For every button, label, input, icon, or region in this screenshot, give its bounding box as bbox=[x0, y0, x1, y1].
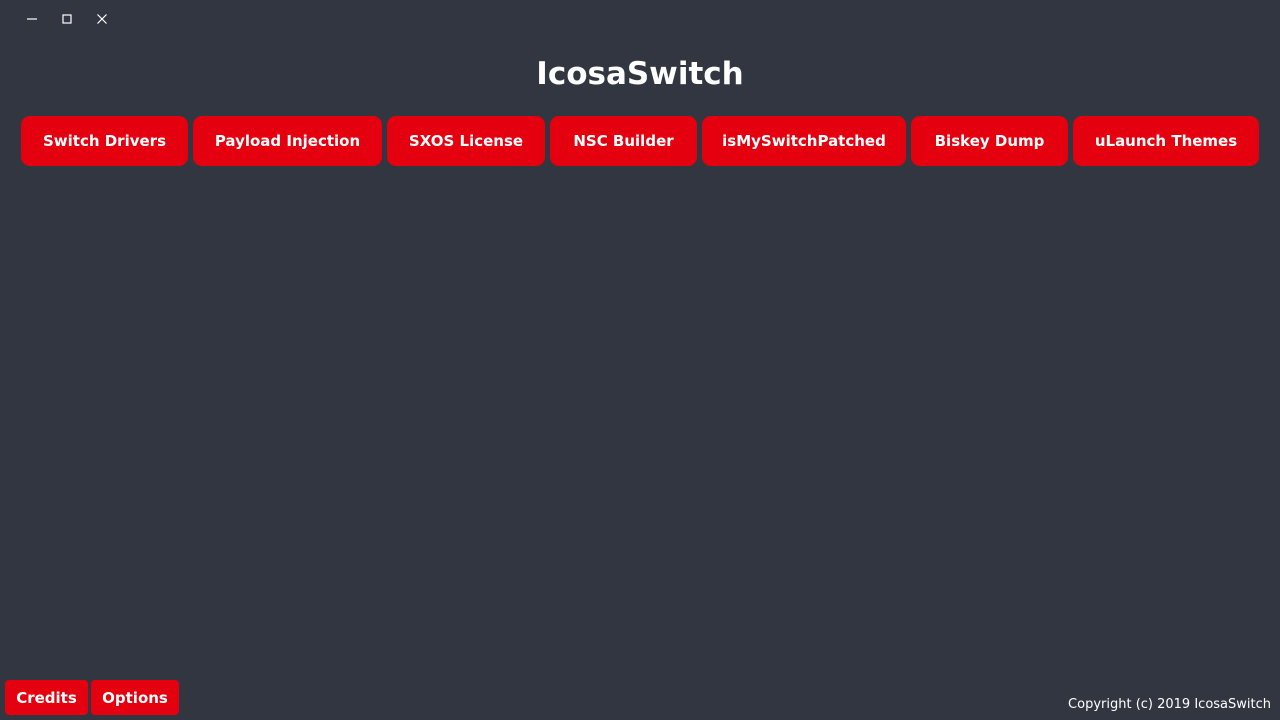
maximize-icon bbox=[61, 14, 72, 24]
maximize-button[interactable] bbox=[49, 8, 84, 30]
window-controls bbox=[14, 8, 119, 30]
payload-injection-button[interactable]: Payload Injection bbox=[193, 116, 382, 166]
switch-drivers-button[interactable]: Switch Drivers bbox=[21, 116, 188, 166]
minimize-icon bbox=[26, 18, 37, 20]
biskey-dump-button[interactable]: Biskey Dump bbox=[911, 116, 1068, 166]
close-icon bbox=[96, 14, 107, 24]
footer-button-bar: Credits Options bbox=[5, 680, 179, 715]
ulaunch-themes-button[interactable]: uLaunch Themes bbox=[1073, 116, 1259, 166]
app-title: IcosaSwitch bbox=[536, 56, 744, 92]
minimize-button[interactable] bbox=[14, 8, 49, 30]
credits-button[interactable]: Credits bbox=[5, 680, 88, 715]
app-window: IcosaSwitch Switch Drivers Payload Injec… bbox=[0, 0, 1280, 720]
tool-nav-bar: Switch Drivers Payload Injection SXOS Li… bbox=[21, 116, 1259, 166]
close-button[interactable] bbox=[84, 8, 119, 30]
copyright-text: Copyright (c) 2019 IcosaSwitch bbox=[1068, 697, 1271, 712]
options-button[interactable]: Options bbox=[91, 680, 179, 715]
is-my-switch-patched-button[interactable]: isMySwitchPatched bbox=[702, 116, 906, 166]
nsc-builder-button[interactable]: NSC Builder bbox=[550, 116, 697, 166]
sxos-license-button[interactable]: SXOS License bbox=[387, 116, 545, 166]
